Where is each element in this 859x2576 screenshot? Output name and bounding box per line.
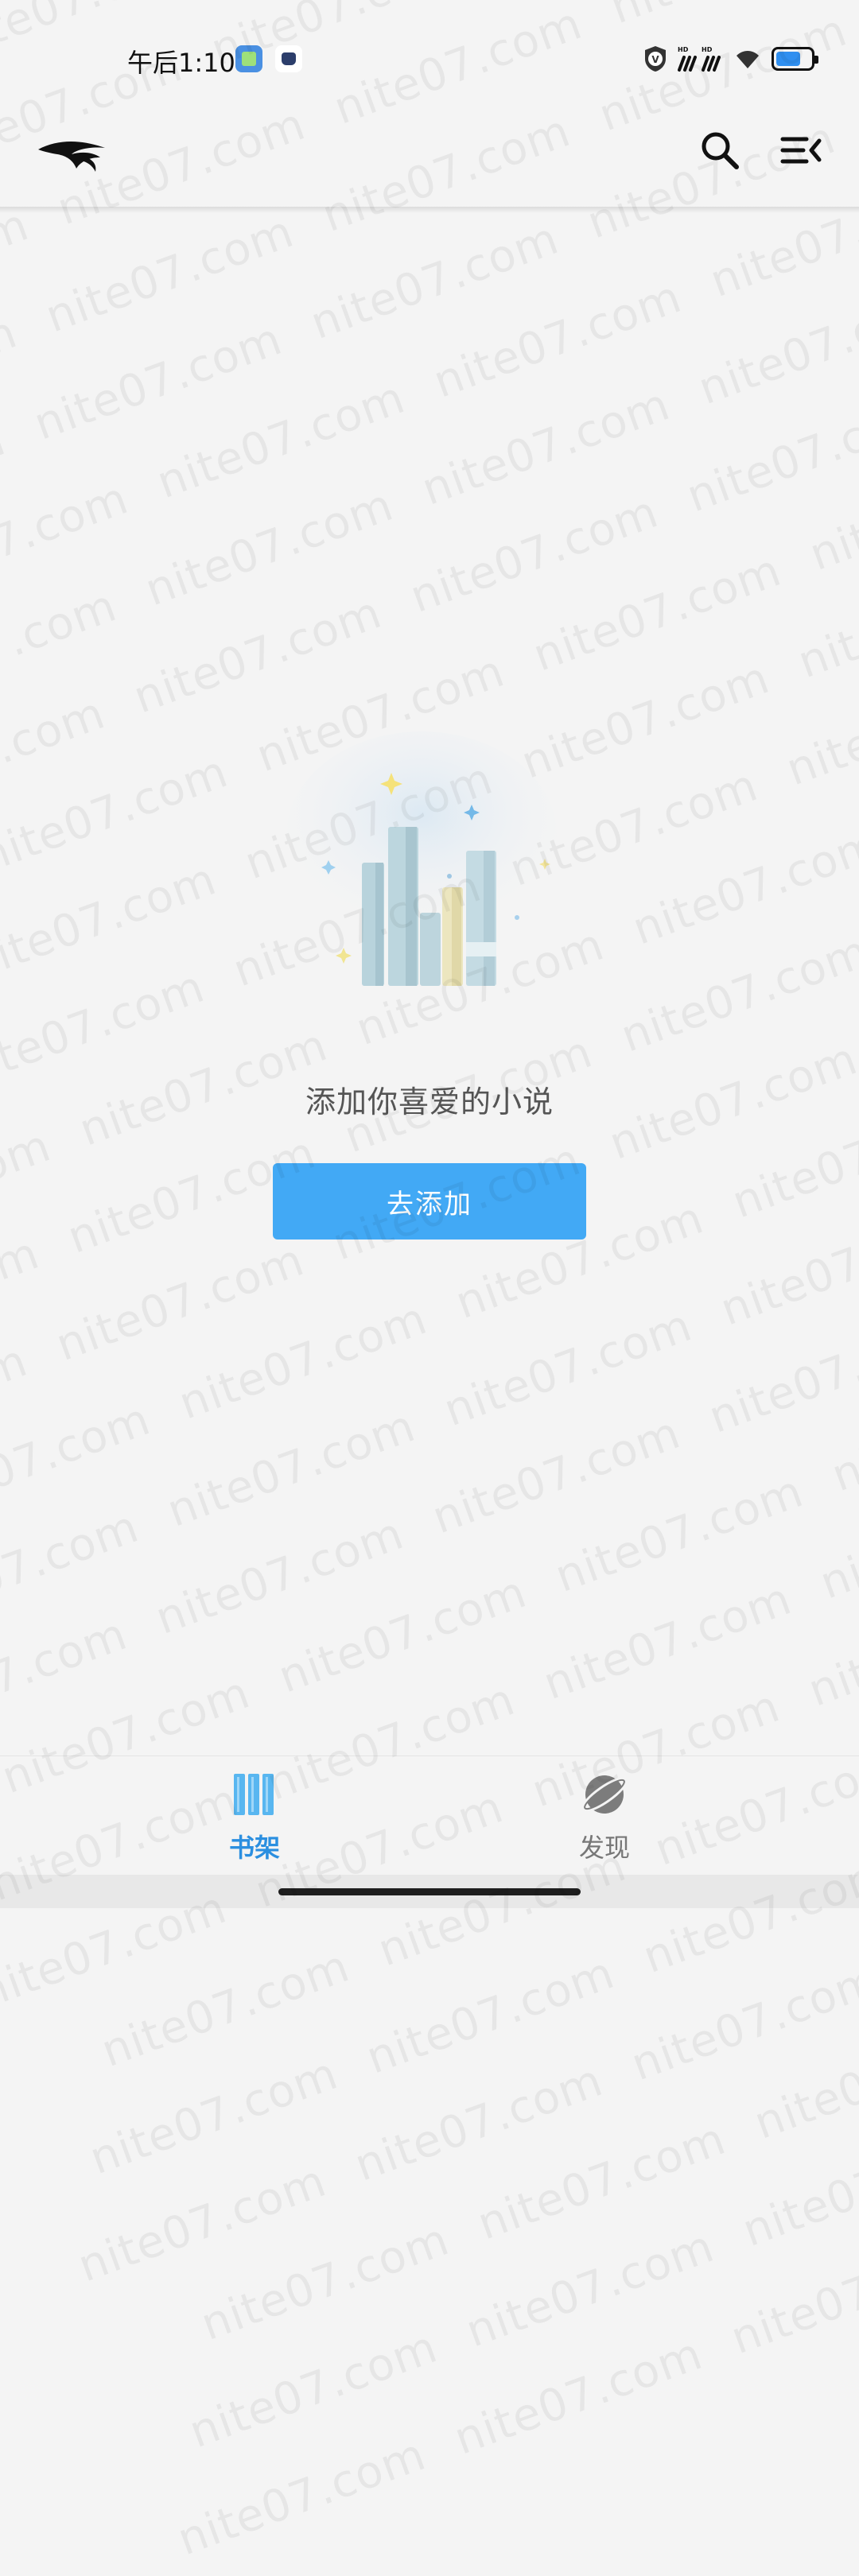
svg-text:HD: HD [702, 46, 713, 53]
watermark-text: nite07.com [271, 1565, 534, 1704]
watermark-text: nite07.com [802, 1580, 859, 1717]
watermark-text: nite07.com [27, 312, 290, 451]
bookshelf-icon [234, 1774, 274, 1815]
watermark-text: nite07.com [702, 1306, 859, 1444]
watermark-text: nite07.com [83, 2047, 345, 2186]
empty-state-message: 添加你喜爱的小说 [305, 1084, 554, 1119]
watermark-text: nite07.com [813, 1472, 859, 1610]
watermark-text: nite07.com [447, 2328, 709, 2465]
watermark-text: nite07.com [0, 199, 36, 336]
app-notification-icon [235, 45, 262, 72]
app-bar-shadow [0, 207, 859, 213]
watermark-text: nite07.com [825, 1364, 859, 1503]
watermark-text: nite07.com [691, 277, 859, 416]
watermark-text: nite07.com [624, 1953, 859, 2092]
watermark-text: nite07.com [95, 1940, 356, 2078]
watermark-row: nite07.comnite07.comnite07.comnite07.com… [0, 130, 859, 765]
status-bar: 午后1:10 V HD HD [0, 0, 859, 111]
watermark-text: nite07.com [471, 2112, 733, 2251]
tab-discover-label: 发现 [578, 1833, 630, 1863]
tab-bookshelf-label: 书架 [228, 1833, 280, 1863]
books-illustration [286, 731, 557, 986]
watermark-text: nite07.com [0, 687, 112, 825]
watermark-text: nite07.com [0, 1500, 146, 1639]
status-indicators: V HD HD [643, 43, 818, 75]
battery-icon [772, 47, 818, 71]
watermark-text: nite07.com [614, 925, 859, 1063]
watermark-text: nite07.com [736, 2120, 859, 2257]
watermark-text: nite07.com [360, 1946, 622, 2085]
watermark-text: nite07.com [548, 1465, 810, 1603]
watermark-row: nite07.comnite07.comnite07.comnite07.com… [163, 1953, 859, 2576]
watermark-text: nite07.com [426, 1406, 687, 1545]
watermark-text: nite07.com [403, 486, 666, 623]
menu-collapse-icon [780, 137, 822, 164]
watermark-text: nite07.com [0, 472, 135, 610]
gesture-area [0, 1875, 859, 1908]
search-button[interactable] [692, 122, 748, 178]
menu-button[interactable] [773, 122, 829, 178]
tab-discover[interactable]: 发现 [509, 1771, 700, 1870]
vpn-shield-icon: V [645, 46, 666, 72]
watermark-text: nite07.com [149, 1507, 411, 1645]
watermark-text: nite07.com [0, 1227, 46, 1365]
watermark-row: nite07.comnite07.comnite07.comnite07.com… [130, 1861, 859, 2496]
watermark-text: nite07.com [0, 1608, 134, 1746]
svg-text:V: V [651, 54, 659, 65]
signal-strength-icon: HD HD [678, 46, 721, 72]
watermark-text: nite07.com [182, 2321, 445, 2459]
watermark-text: nite07.com [426, 270, 689, 409]
watermark-text: nite07.com [49, 1234, 311, 1371]
watermark-text: nite07.com [0, 1393, 157, 1531]
watermark-text: nite07.com [172, 1292, 434, 1430]
svg-text:HD: HD [678, 46, 689, 53]
watermark-text: nite07.com [803, 444, 859, 581]
status-time: 午后1:10 [127, 48, 235, 78]
watermark-text: nite07.com [459, 2220, 721, 2358]
watermark-text: nite07.com [0, 580, 124, 717]
watermark-text: nite07.com [126, 586, 389, 724]
watermark-row: nite07.comnite07.comnite07.comnite07.com… [0, 1406, 859, 2041]
home-gesture-handle[interactable] [278, 1888, 581, 1895]
search-icon [702, 132, 739, 169]
watermark-row: nite07.comnite07.comnite07.comnite07.com… [0, 1041, 859, 1676]
app-bar [0, 111, 859, 207]
watermark-text: nite07.com [0, 746, 235, 883]
watermark-text: nite07.com [194, 2213, 457, 2351]
tab-bookshelf[interactable]: 书架 [159, 1771, 350, 1870]
watermark-text: nite07.com [536, 1573, 799, 1711]
watermark-text: nite07.com [747, 2012, 859, 2150]
watermark-row: nite07.comnite07.comnite07.comnite07.com… [0, 950, 859, 1585]
watermark-text: nite07.com [779, 658, 859, 797]
wifi-icon [737, 51, 759, 68]
watermark-text: nite07.com [0, 413, 13, 552]
watermark-text: nite07.com [171, 2428, 433, 2566]
watermark-text: nite07.com [415, 378, 677, 516]
watermark-text: nite07.com [39, 205, 301, 343]
bird-logo-icon [38, 142, 105, 172]
watermark-text: nite07.com [437, 1299, 699, 1437]
watermark-text: nite07.com [138, 479, 400, 617]
watermark-text: nite07.com [0, 853, 223, 991]
watermark-text: nite07.com [626, 817, 859, 956]
watermark-text: nite07.com [791, 551, 859, 689]
watermark-text: nite07.com [0, 306, 24, 444]
watermark-text: nite07.com [713, 1198, 859, 1336]
add-novel-button[interactable]: 去添加 [273, 1163, 586, 1240]
watermark-text: nite07.com [724, 2227, 859, 2365]
planet-icon [581, 1775, 628, 1814]
watermark-text: nite07.com [71, 2155, 333, 2293]
cat-notification-icon [275, 45, 302, 72]
watermark-text: nite07.com [160, 1400, 422, 1538]
watermark-text: nite07.com [0, 1334, 35, 1472]
watermark-text: nite07.com [348, 2054, 610, 2192]
watermark-text: nite07.com [0, 1119, 58, 1258]
bottom-navigation: 书架 发现 [0, 1755, 859, 1876]
watermark-text: nite07.com [680, 385, 859, 523]
watermark-text: nite07.com [526, 544, 788, 682]
watermark-text: nite07.com [150, 371, 412, 510]
watermark-text: nite07.com [304, 212, 566, 351]
watermark-overlay: nite07.com nite07.comnite07.com nite07.com… [0, 0, 859, 2575]
